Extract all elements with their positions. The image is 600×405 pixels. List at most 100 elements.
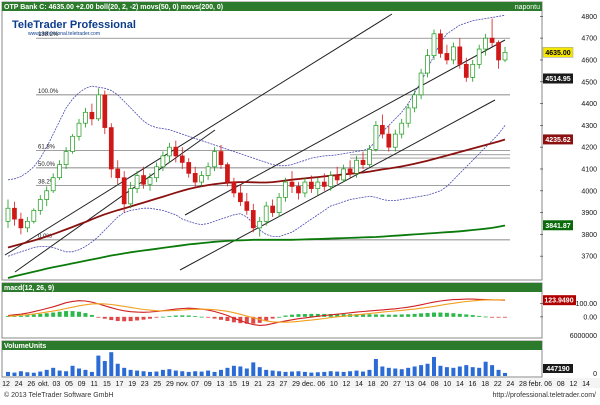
date-tick-label: 29: [292, 381, 300, 388]
volume-bar: [76, 368, 82, 376]
macd-histogram-bar: [277, 316, 282, 318]
candle-body: [244, 201, 250, 211]
volume-bar: [96, 355, 101, 376]
volume-bar: [173, 370, 178, 376]
fib-level-label: 138.2%: [38, 32, 59, 38]
volume-bar: [51, 367, 56, 376]
volume-bar: [193, 371, 198, 376]
date-tick-label: 24: [15, 381, 23, 388]
volume-bar: [70, 365, 75, 376]
candle-body: [212, 151, 217, 168]
volume-bar: [328, 371, 333, 376]
candle-body: [96, 94, 101, 120]
macd-histogram-bar: [51, 312, 56, 317]
macd-histogram-bar: [218, 316, 224, 320]
candle-body: [50, 177, 56, 192]
candle-body: [431, 33, 437, 56]
macd-histogram-bar: [25, 315, 30, 317]
volume-bar: [225, 367, 230, 376]
volume-bar: [57, 370, 62, 376]
ticker-title: OTP Bank C: 4635.00 +2.00 boll(20, 2, -2…: [4, 4, 223, 11]
price-tick-label: 4200: [581, 145, 597, 152]
price-badge-label: 3841.87: [545, 223, 570, 230]
date-tick-label: 20: [380, 381, 388, 388]
price-badge-label: 4514.95: [545, 76, 570, 83]
volume-bar: [270, 370, 275, 376]
candle-body: [457, 46, 463, 65]
volume-bar: [64, 371, 69, 376]
candle-body: [347, 168, 353, 174]
candle-body: [302, 181, 308, 194]
macd-histogram-bar: [193, 316, 198, 317]
volume-bar: [135, 370, 140, 376]
candle-body: [276, 196, 282, 213]
macd-histogram-bar: [289, 314, 295, 317]
volume-bar: [289, 371, 295, 376]
macd-histogram-bar: [199, 316, 204, 318]
date-tick-label: 09: [78, 381, 86, 388]
volume-bar: [386, 367, 391, 376]
volume-bar: [212, 371, 217, 376]
date-tick-label: 21: [254, 381, 262, 388]
macd-histogram-bar: [283, 315, 288, 317]
candle-body: [63, 151, 69, 165]
volume-bar: [218, 369, 224, 376]
volume-bar: [186, 371, 191, 376]
candle-body: [238, 192, 243, 203]
candle-body: [360, 159, 366, 165]
candle-body: [496, 42, 501, 61]
candle-body: [147, 177, 153, 185]
candle-body: [438, 33, 443, 54]
period-label: napontu: [515, 4, 540, 11]
macd-histogram-bar: [399, 314, 404, 317]
volume-bar: [115, 363, 120, 376]
volume-bar: [477, 367, 482, 376]
candle-body: [405, 107, 411, 124]
volume-bar: [457, 366, 462, 376]
volume-bar: [31, 372, 36, 376]
chart-window: OTP Bank C: 4635.00 +2.00 boll(20, 2, -2…: [0, 0, 600, 400]
date-tick-label: 12: [569, 381, 577, 388]
macd-histogram-bar: [154, 316, 159, 318]
candle-body: [89, 111, 95, 120]
macd-histogram-bar: [89, 314, 94, 317]
date-tick-label: 10: [443, 381, 451, 388]
date-tick-label: 23: [141, 381, 149, 388]
price-tick-label: 4100: [581, 166, 597, 173]
candle-body: [315, 181, 321, 189]
volume-bar: [102, 361, 107, 376]
date-tick-label: 17: [116, 381, 124, 388]
candle-body: [115, 168, 121, 179]
candle-body: [283, 181, 288, 198]
macd-histogram-bar: [225, 316, 230, 322]
candle-body: [328, 175, 334, 187]
volume-bar: [315, 372, 320, 376]
volume-bar: [147, 371, 153, 376]
volume-bar: [5, 371, 11, 376]
macd-histogram-bar: [18, 315, 23, 317]
date-tick-label: okt.: [38, 381, 49, 388]
date-tick-label: 27: [279, 381, 287, 388]
date-tick-label: 14: [582, 381, 590, 388]
candle-body: [289, 181, 295, 187]
macd-histogram-bar: [483, 316, 488, 318]
chart-canvas[interactable]: OTP Bank C: 4635.00 +2.00 boll(20, 2, -2…: [0, 0, 600, 400]
date-tick-label: 12: [2, 381, 10, 388]
date-tick-label: 09: [204, 381, 212, 388]
macd-histogram-bar: [393, 314, 398, 317]
volume-bar: [283, 371, 288, 376]
volume-bar: [257, 367, 262, 376]
macd-histogram-bar: [70, 311, 75, 317]
macd-value-label: 123.9490: [544, 298, 573, 305]
footer-link[interactable]: http://professional.teletrader.com/: [493, 392, 597, 399]
volume-bar: [251, 362, 256, 376]
volume-bar: [277, 371, 282, 376]
candle-body: [263, 205, 269, 222]
macd-histogram-bar: [438, 312, 443, 317]
macd-histogram-bar: [31, 314, 36, 317]
volume-bar: [354, 370, 359, 376]
volume-bar: [160, 369, 165, 376]
macd-histogram-bar: [160, 316, 165, 318]
volume-bar: [141, 371, 146, 376]
date-tick-label: 08: [557, 381, 565, 388]
